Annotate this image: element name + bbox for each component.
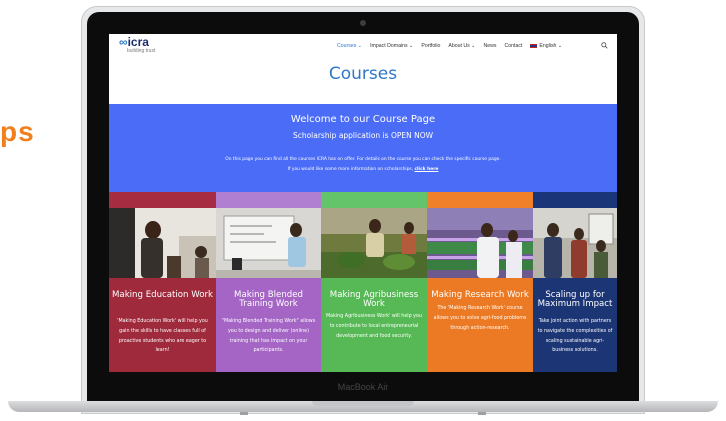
- site-header: ∞icra building trust Courses ⌄ Impact Do…: [109, 34, 617, 60]
- nav-item-language[interactable]: English ⌄: [530, 43, 562, 49]
- course-cards: Making Education Work 'Making Education …: [109, 192, 617, 372]
- page-title: Courses: [328, 64, 398, 84]
- course-card-education[interactable]: Making Education Work 'Making Education …: [109, 192, 216, 372]
- course-title: Making Research Work: [431, 290, 529, 300]
- nav-item-news[interactable]: News: [484, 43, 497, 49]
- course-card-blended-training[interactable]: Making Blended Training Work "Making Ble…: [216, 192, 321, 372]
- background-heading-fragment: ps: [0, 116, 35, 147]
- course-card-research[interactable]: Making Research Work The 'Making Researc…: [427, 192, 533, 372]
- laptop-base-notch: [312, 401, 414, 406]
- banner-subtitle: Scholarship application is OPEN NOW: [292, 131, 434, 140]
- banner-text-2: If you would like some more information …: [287, 167, 439, 172]
- device-label: MacBook Air: [337, 382, 389, 392]
- scholarship-link[interactable]: click here: [414, 167, 438, 172]
- site-logo[interactable]: ∞icra: [119, 36, 149, 48]
- course-description: 'Making Education Work' will help you ga…: [117, 319, 208, 354]
- laptop-foot: [478, 412, 486, 415]
- welcome-banner: Welcome to our Course Page Scholarship a…: [109, 104, 617, 192]
- uk-flag-icon: [530, 43, 538, 48]
- course-description: "Making Blended Training Work" allows yo…: [221, 319, 316, 354]
- course-description: Making Agribusiness Work' will help you …: [325, 314, 422, 339]
- course-photo-meeting: [533, 208, 617, 278]
- course-title: Making Education Work: [112, 290, 213, 300]
- course-description: Take joint action with partners to navig…: [537, 319, 613, 354]
- course-description: The 'Making Research Work' course allows…: [433, 306, 527, 331]
- course-photo-whiteboard: [216, 208, 321, 278]
- banner-title: Welcome to our Course Page: [290, 114, 436, 125]
- laptop-screen: ∞icra building trust Courses ⌄ Impact Do…: [109, 34, 617, 372]
- course-photo-lab: [427, 208, 533, 278]
- course-title: Making Blended Training Work: [234, 290, 303, 309]
- nav-item-about-us[interactable]: About Us ⌄: [448, 43, 475, 49]
- camera-icon: [360, 20, 366, 26]
- course-photo-market: [321, 208, 427, 278]
- laptop-foot: [240, 412, 248, 415]
- nav-item-courses[interactable]: Courses ⌄: [337, 43, 362, 49]
- course-card-agribusiness[interactable]: Making Agribusiness Work Making Agribusi…: [321, 192, 427, 372]
- search-icon[interactable]: [601, 42, 608, 49]
- logo-tagline: building trust: [127, 48, 156, 54]
- nav-item-impact-domains[interactable]: Impact Domains ⌄: [370, 43, 413, 49]
- course-card-scaling[interactable]: Scaling up for Maximum Impact Take joint…: [533, 192, 617, 372]
- nav-item-contact[interactable]: Contact: [505, 43, 523, 49]
- course-title: Scaling up for Maximum Impact: [537, 290, 613, 309]
- course-title: Making Agribusiness Work: [329, 290, 419, 309]
- main-nav: Courses ⌄ Impact Domains ⌄ Portfolio Abo…: [337, 43, 570, 49]
- nav-item-portfolio[interactable]: Portfolio: [421, 43, 440, 49]
- banner-text: On this page you can find all the course…: [225, 157, 501, 162]
- course-photo-teacher: [109, 208, 216, 278]
